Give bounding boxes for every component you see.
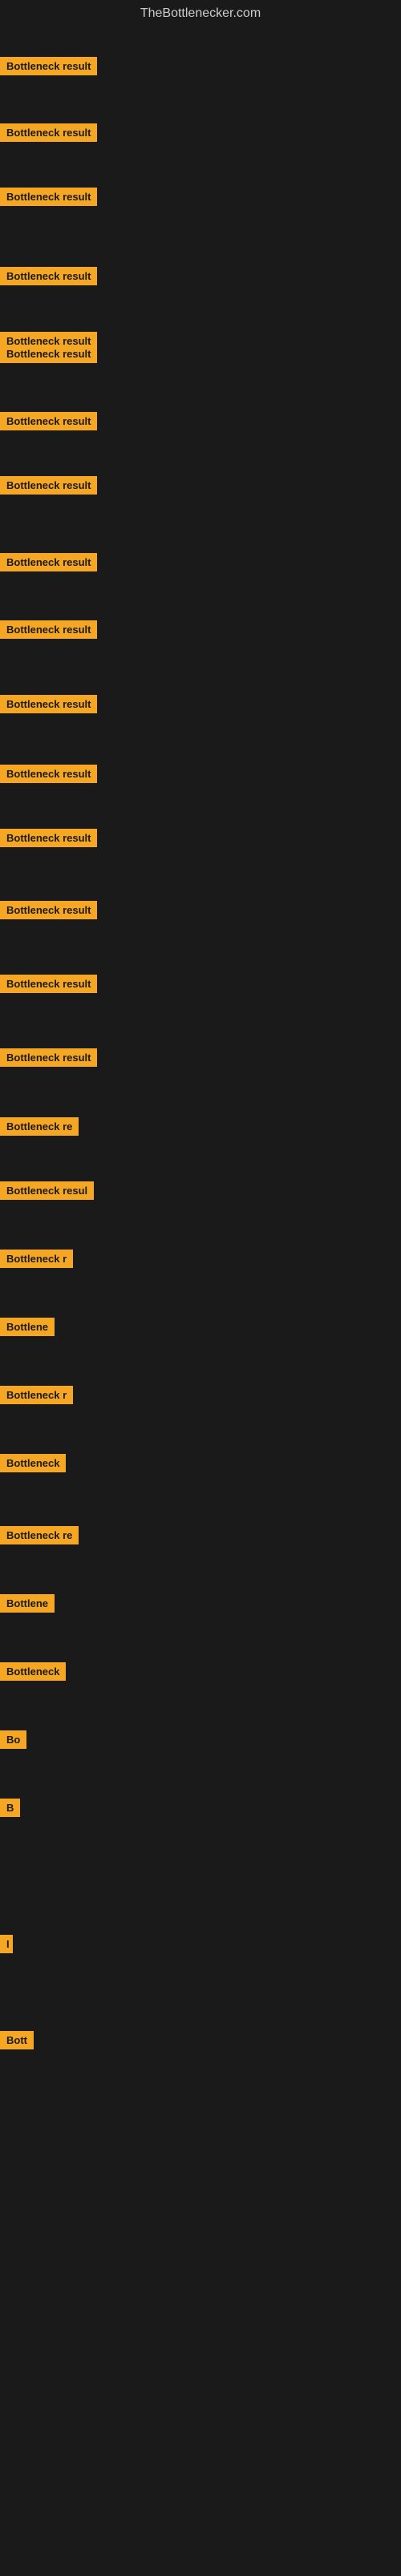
bottleneck-result-label: Bottleneck result [0,123,97,142]
bottleneck-result-label: Bottlene [0,1594,55,1613]
bottleneck-result-label: Bottleneck result [0,476,97,495]
bottleneck-result-label: Bottleneck result [0,345,97,363]
list-item: Bottlene [0,1318,55,1340]
list-item: Bottleneck r [0,1250,73,1272]
list-item: Bottleneck result [0,765,97,787]
bottleneck-result-label: Bottlene [0,1318,55,1336]
bottleneck-result-label: Bottleneck result [0,695,97,713]
list-item: Bottleneck resul [0,1181,94,1204]
list-item: Bott [0,2031,34,2053]
list-item: Bottleneck result [0,1048,97,1071]
list-item: Bottleneck r [0,1386,73,1408]
bottleneck-result-label: Bottleneck r [0,1386,73,1404]
list-item: Bottleneck result [0,412,97,434]
list-item: Bottleneck result [0,267,97,289]
bottleneck-result-label: Bottleneck [0,1662,66,1681]
list-item: Bottleneck result [0,188,97,210]
bottleneck-result-label: Bottleneck re [0,1526,79,1544]
list-item: Bottleneck [0,1662,66,1685]
list-item: Bottleneck result [0,123,97,146]
list-item: Bottleneck result [0,553,97,575]
bottleneck-result-label: Bottleneck result [0,188,97,206]
bottleneck-result-label: Bottleneck result [0,553,97,571]
bottleneck-result-label: Bottleneck result [0,1048,97,1067]
bottleneck-result-label: B [0,1799,20,1817]
bottleneck-result-label: Bottleneck [0,1454,66,1472]
bottleneck-result-label: Bottleneck result [0,765,97,783]
list-item: Bo [0,1730,26,1753]
bottleneck-result-label: Bo [0,1730,26,1749]
list-item: Bottleneck result [0,57,97,79]
list-item: Bottleneck result [0,901,97,923]
site-title: TheBottlenecker.com [0,0,401,27]
list-item: Bottleneck result [0,620,97,643]
bottleneck-result-label: Bottleneck re [0,1117,79,1136]
bottleneck-result-label: Bottleneck result [0,975,97,993]
list-item: Bottlene [0,1594,55,1617]
bottleneck-result-label: Bottleneck result [0,412,97,430]
list-item: Bottleneck re [0,1526,79,1548]
list-item: Bottleneck result [0,476,97,499]
list-item: Bottleneck result [0,829,97,851]
list-item: Bottleneck result [0,695,97,717]
bottleneck-result-label: Bottleneck resul [0,1181,94,1200]
list-item: Bottleneck re [0,1117,79,1140]
bottleneck-result-label: Bottleneck result [0,620,97,639]
bottleneck-result-label: Bottleneck result [0,829,97,847]
list-item: I [0,1935,13,1957]
bottleneck-result-label: Bottleneck r [0,1250,73,1268]
bottleneck-result-label: Bottleneck result [0,267,97,285]
bottleneck-result-label: Bott [0,2031,34,2049]
bottleneck-result-label: I [0,1935,13,1953]
bottleneck-result-label: Bottleneck result [0,57,97,75]
bottleneck-result-label: Bottleneck result [0,901,97,919]
list-item: B [0,1799,20,1821]
list-item: Bottleneck [0,1454,66,1476]
list-item: Bottleneck result [0,345,97,367]
list-item: Bottleneck result [0,975,97,997]
